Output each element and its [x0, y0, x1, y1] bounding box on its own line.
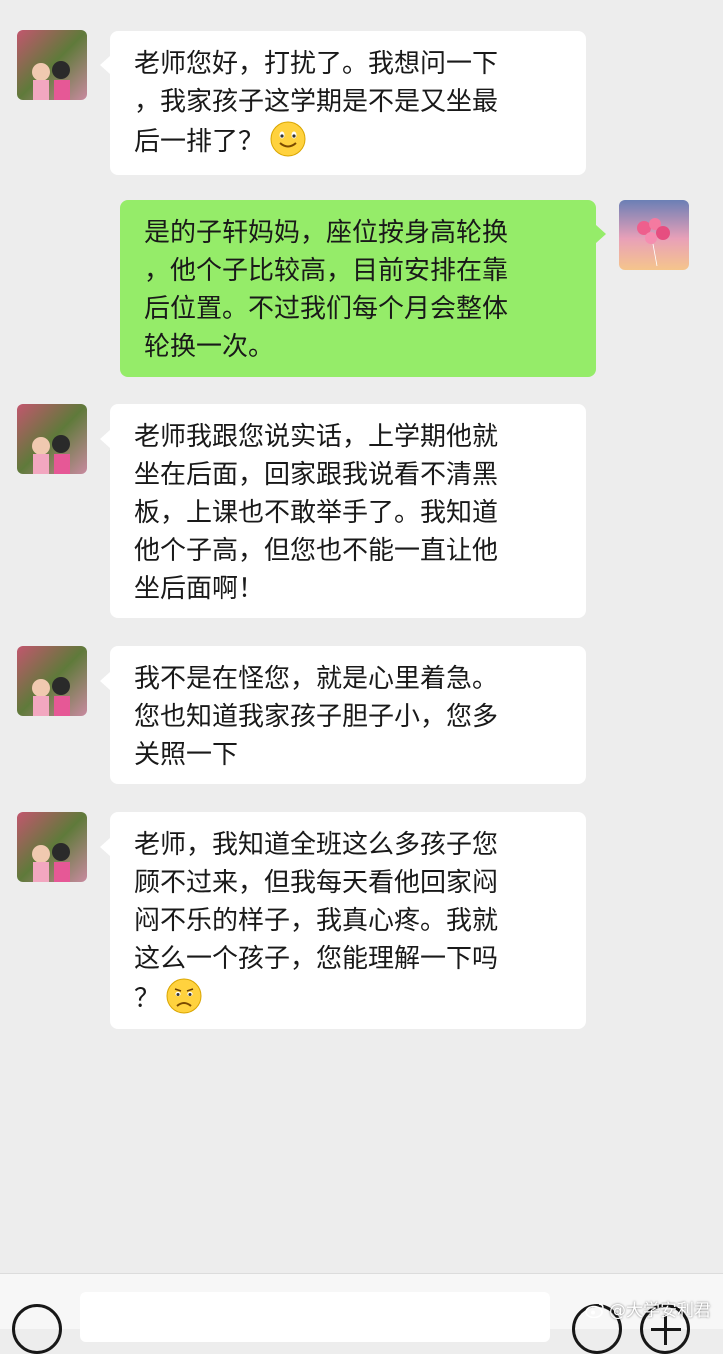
watermark: @大学安利君 [585, 1296, 711, 1321]
message-text-line: 轮换一次。 [144, 332, 275, 362]
message-text-line: 是的子轩妈妈，座位按身高轮换 [144, 218, 509, 248]
weibo-icon [585, 1303, 604, 1318]
message-text-line: 坐后面啊！ [134, 574, 265, 604]
message-bubble[interactable]: 老师您好，打扰了。我想问一下 ，我家孩子这学期是不是又坐最 后一排了？ [110, 31, 586, 175]
teacher-avatar[interactable] [619, 200, 689, 270]
message-text-line: 这么一个孩子，您能理解一下吗 [134, 944, 499, 974]
voice-icon[interactable] [12, 1304, 62, 1354]
message-bubble[interactable]: 老师我跟您说实话，上学期他就 坐在后面，回家跟我说看不清黑 板，上课也不敢举手了… [110, 404, 586, 618]
bubble-tail [100, 430, 110, 448]
message-text-line: ，我家孩子这学期是不是又坐最 [134, 87, 499, 117]
message-input[interactable] [80, 1292, 550, 1342]
parent-avatar[interactable] [17, 404, 87, 474]
message-text-line: 老师，我知道全班这么多孩子您 [134, 830, 499, 860]
smile-emoji-icon [270, 121, 306, 157]
message-bubble[interactable]: 是的子轩妈妈，座位按身高轮换 ，他个子比较高，目前安排在靠 后位置。不过我们每个… [120, 200, 596, 377]
parent-avatar[interactable] [17, 30, 87, 100]
message-text-line: 关照一下 [134, 740, 239, 770]
message-text-line: 老师我跟您说实话，上学期他就 [134, 422, 499, 452]
watermark-text: @大学安利君 [609, 1301, 711, 1321]
message-text-line: 我不是在怪您，就是心里着急。 [134, 664, 499, 694]
message-text-line: 板，上课也不敢举手了。我知道 [134, 498, 499, 528]
message-bubble[interactable]: 老师，我知道全班这么多孩子您 顾不过来，但我每天看他回家闷 闷不乐的样子，我真心… [110, 812, 586, 1029]
message-text-line: ？ [134, 984, 161, 1014]
parent-avatar[interactable] [17, 646, 87, 716]
message-text-line: 坐在后面，回家跟我说看不清黑 [134, 460, 499, 490]
message-bubble[interactable]: 我不是在怪您，就是心里着急。 您也知道我家孩子胆子小，您多 关照一下 [110, 646, 586, 784]
message-text-line: 后位置。不过我们每个月会整体 [144, 294, 509, 324]
message-text-line: ，他个子比较高，目前安排在靠 [144, 256, 509, 286]
message-text-line: 老师您好，打扰了。我想问一下 [134, 49, 499, 79]
message-text-line: 顾不过来，但我每天看他回家闷 [134, 868, 499, 898]
bubble-tail [100, 672, 110, 690]
message-text-line: 闷不乐的样子，我真心疼。我就 [134, 906, 499, 936]
sad-emoji-icon [166, 978, 202, 1014]
message-text-line: 后一排了？ [134, 127, 265, 157]
parent-avatar[interactable] [17, 812, 87, 882]
bubble-tail [100, 838, 110, 856]
message-text-line: 他个子高，但您也不能一直让他 [134, 536, 499, 566]
message-text-line: 您也知道我家孩子胆子小，您多 [134, 702, 499, 732]
bubble-tail [596, 225, 606, 243]
bubble-tail [100, 56, 110, 74]
